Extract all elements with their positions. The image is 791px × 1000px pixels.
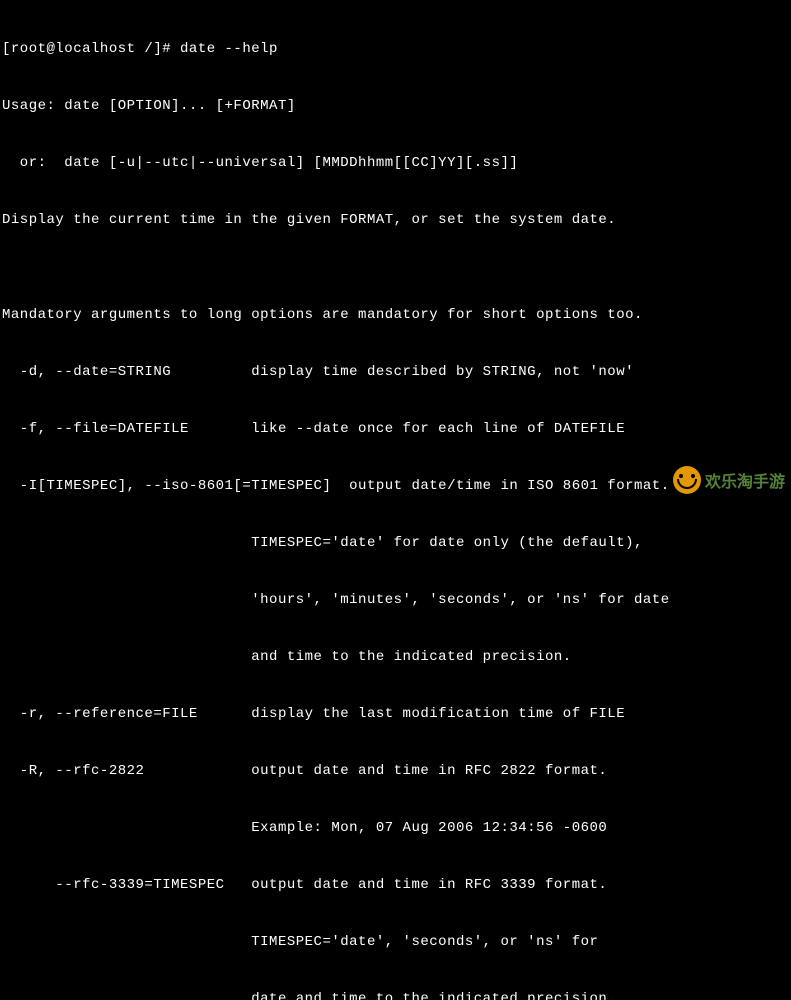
terminal-line: TIMESPEC='date' for date only (the defau… [2,534,789,553]
terminal-line: -r, --reference=FILE display the last mo… [2,705,789,724]
watermark: 欢乐淘手游 [673,466,785,494]
terminal-line: -f, --file=DATEFILE like --date once for… [2,420,789,439]
terminal-line: [root@localhost /]# date --help [2,40,789,59]
terminal-output: [root@localhost /]# date --help Usage: d… [0,0,791,1000]
terminal-line: or: date [-u|--utc|--universal] [MMDDhhm… [2,154,789,173]
terminal-line: 'hours', 'minutes', 'seconds', or 'ns' f… [2,591,789,610]
terminal-line: date and time to the indicated precision… [2,990,789,1000]
terminal-line: Usage: date [OPTION]... [+FORMAT] [2,97,789,116]
terminal-line: TIMESPEC='date', 'seconds', or 'ns' for [2,933,789,952]
terminal-line: -I[TIMESPEC], --iso-8601[=TIMESPEC] outp… [2,477,789,496]
terminal-line: -R, --rfc-2822 output date and time in R… [2,762,789,781]
watermark-text: 欢乐淘手游 [705,468,785,492]
terminal-line: Display the current time in the given FO… [2,211,789,230]
terminal-line: Mandatory arguments to long options are … [2,306,789,325]
terminal-line: Example: Mon, 07 Aug 2006 12:34:56 -0600 [2,819,789,838]
terminal-line: --rfc-3339=TIMESPEC output date and time… [2,876,789,895]
terminal-line: -d, --date=STRING display time described… [2,363,789,382]
terminal-line: and time to the indicated precision. [2,648,789,667]
smiley-icon [673,466,701,494]
